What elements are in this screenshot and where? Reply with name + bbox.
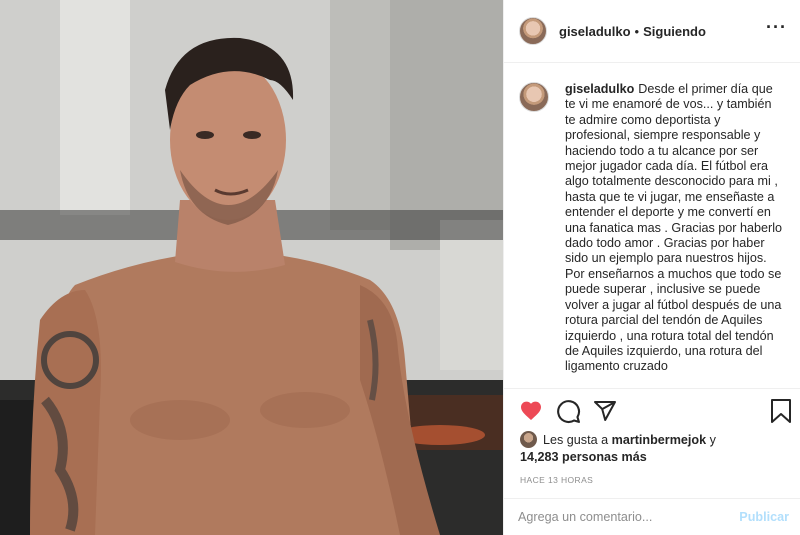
author-username[interactable]: giseladulko [559, 24, 631, 39]
bookmark-icon[interactable] [770, 399, 792, 423]
comment-input[interactable] [518, 510, 740, 524]
caption-text: Desde el primer día que te vi me enamoré… [565, 82, 783, 374]
caption-username[interactable]: giseladulko [565, 82, 634, 96]
caption: giseladulko Desde el primer día que te vi… [565, 82, 785, 387]
likes-prefix: Les gusta a [543, 433, 609, 447]
post-comment-button[interactable]: Publicar [739, 510, 789, 524]
action-icons-row [518, 399, 791, 425]
likes-count[interactable]: 14,283 personas más [520, 450, 647, 464]
post-timestamp[interactable]: HACE 13 HORAS [520, 475, 593, 485]
post-image [0, 0, 503, 535]
post-photo[interactable] [0, 0, 503, 535]
comment-icon[interactable] [556, 399, 581, 424]
follow-status-button[interactable]: Siguiendo [643, 24, 706, 39]
separator-dot: • [634, 23, 640, 39]
share-icon[interactable] [593, 399, 617, 423]
liker-username[interactable]: martinbermejok [612, 433, 706, 447]
post-header: giseladulko • Siguiendo ··· [504, 0, 800, 63]
heart-icon[interactable] [518, 399, 544, 423]
post-side-panel: giseladulko • Siguiendo ··· giseladulko D… [503, 0, 800, 535]
caption-author-avatar[interactable] [519, 82, 549, 112]
post-actions: Les gusta a martinbermejok y 14,283 pers… [504, 388, 800, 508]
likes-conjunction: y [709, 433, 716, 447]
more-options-icon[interactable]: ··· [766, 18, 787, 36]
liker-avatar[interactable] [520, 431, 537, 448]
comment-bar: Publicar [504, 498, 800, 535]
caption-scroll-area[interactable]: giseladulko Desde el primer día que te vi… [504, 64, 800, 387]
likes-summary: Les gusta a martinbermejok y 14,283 pers… [520, 431, 790, 466]
author-avatar[interactable] [519, 17, 547, 45]
